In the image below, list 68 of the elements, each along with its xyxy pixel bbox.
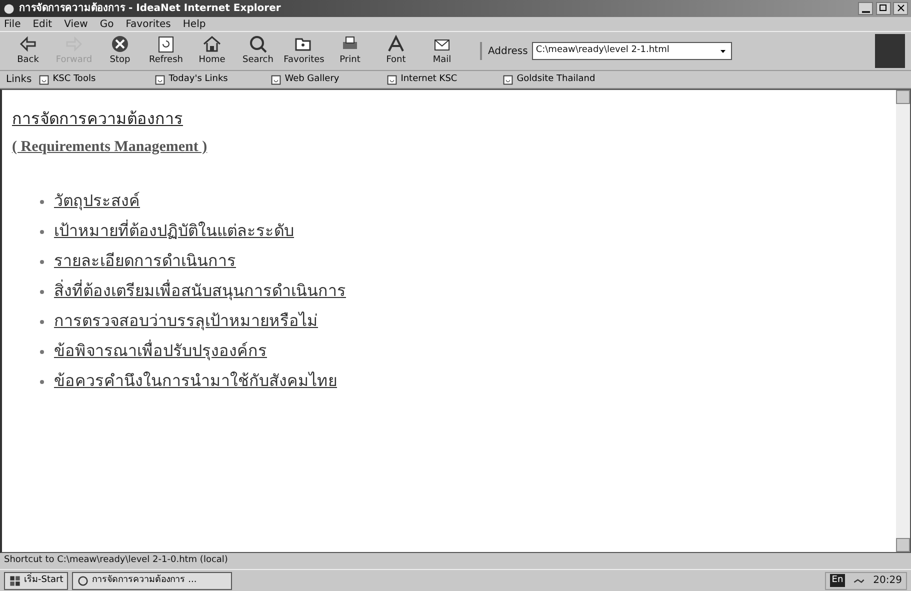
scroll-down-button[interactable] [896,538,910,552]
page-link[interactable]: ข้อควรคำนึงในการนำมาใช้กับสังคมไทย [54,370,337,394]
status-text: Shortcut to C:\meaw\ready\level 2-1-0.htm (local) [4,554,228,568]
font-icon [386,34,406,54]
minimize-icon [862,10,870,13]
page-link[interactable]: ข้อพิจารณาเพื่อปรับปรุงองค์กร [54,340,267,364]
page-heading: การจัดการความต้องการ [12,110,183,130]
page-link[interactable]: การตรวจสอบว่าบรรลุเป้าหมายหรือไม่ [54,310,318,334]
maximize-icon [878,3,888,14]
bullet-icon [40,230,44,234]
minimize-button[interactable] [858,2,873,15]
window-title: การจัดการความต้องการ - IdeaNet Internet Explorer [19,1,281,16]
search-icon [248,34,268,54]
maximize-button[interactable] [876,2,890,15]
page-icon [270,74,282,86]
toolbar-button[interactable]: Home [190,34,234,68]
stop-icon [110,34,130,54]
bullet-icon [40,260,44,264]
page-icon [38,74,50,86]
address-field[interactable]: C:\meaw\ready\level 2-1.html [532,42,732,60]
menu-item[interactable]: View [64,16,88,32]
link-button[interactable]: Today's Links [154,72,264,86]
page-link[interactable]: สิ่งที่ต้องเตรียมเพื่อสนับสนุนการดำเนินการ [54,280,346,304]
scroll-up-button[interactable] [896,90,910,104]
toolbar-button[interactable]: Print [328,34,372,68]
page-icon [386,74,398,86]
bullet-icon [40,350,44,354]
page-subheading: ( Requirements Management ) [12,138,208,157]
close-icon [896,3,906,14]
link-button[interactable]: KSC Tools [38,72,148,86]
menu-item[interactable]: Favorites [126,16,171,32]
page-link[interactable]: เป้าหมายที่ต้องปฏิบัติในแต่ละระดับ [54,220,294,244]
browser-icon [77,574,90,586]
taskbar-button[interactable]: การจัดการความต้องการ ... [72,572,232,590]
menu-item[interactable]: Go [100,16,114,32]
link-button[interactable]: Goldsite Thailand [502,72,612,86]
page-icon [502,74,514,86]
windows-logo-icon [9,574,21,586]
toolbar-button[interactable]: Search [236,34,280,68]
page-link[interactable]: รายละเอียดการดำเนินการ [54,250,236,274]
menu-item[interactable]: Edit [32,16,52,32]
toolbar-button[interactable]: Font [374,34,418,68]
bullet-icon [40,320,44,324]
toolbar-button[interactable]: Refresh [144,34,188,68]
bullet-icon [40,290,44,294]
refresh-icon [156,34,176,54]
clock: 20:29 [873,574,902,588]
browser-icon [3,2,15,14]
link-button[interactable]: Web Gallery [270,72,380,86]
close-button[interactable] [893,2,908,15]
address-label: Address [488,44,528,58]
menu-item[interactable]: Help [182,16,206,32]
toolbar-button[interactable]: Back [6,34,50,68]
back-arrow-icon [18,34,38,54]
page-icon [154,74,166,86]
toolbar-button[interactable]: Favorites [282,34,326,68]
language-indicator[interactable]: En [830,574,846,588]
menu-item[interactable]: File [4,16,21,32]
home-icon [202,34,222,54]
link-button[interactable]: Internet KSC [386,72,496,86]
toolbar-button[interactable]: Stop [98,34,142,68]
page-link[interactable]: วัตถุประสงค์ [54,190,140,214]
start-button[interactable]: เริ่ม-Start [4,572,68,590]
toolbar-button[interactable]: Mail [420,34,464,68]
scrollbar[interactable] [896,90,910,552]
links-label: Links [6,73,32,87]
bullet-icon [40,200,44,204]
bullet-icon [40,380,44,384]
